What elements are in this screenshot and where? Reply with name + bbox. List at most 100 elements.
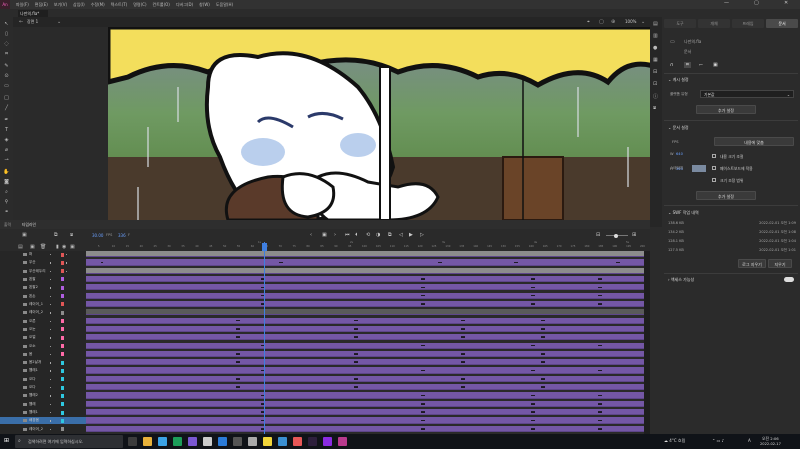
vscode-icon[interactable] <box>218 437 227 446</box>
outline-color-swatch[interactable] <box>61 327 64 332</box>
info-icon[interactable]: ⓘ <box>653 93 658 100</box>
more-settings-button-2[interactable]: 추가 설정 <box>696 191 756 200</box>
rectangle-tool-icon[interactable]: □ <box>3 95 10 102</box>
outline-color-swatch[interactable] <box>61 285 64 290</box>
outline-color-swatch[interactable] <box>61 385 64 390</box>
layer-row[interactable]: 레이어_2 <box>0 426 86 433</box>
outline-color-swatch[interactable] <box>61 418 64 423</box>
accessibility-toggle[interactable] <box>784 277 794 282</box>
visibility-dot[interactable] <box>50 303 52 306</box>
visibility-dot[interactable] <box>50 345 52 347</box>
stage-color-swatch[interactable] <box>692 165 706 172</box>
camera-icon[interactable]: ▣ <box>22 232 27 238</box>
accessibility-section[interactable]: › 액세스 가능성 <box>668 277 694 283</box>
lock-dot[interactable] <box>66 254 68 256</box>
tab-timeline[interactable]: 타임라인 <box>22 222 36 228</box>
visibility-dot[interactable] <box>50 387 52 389</box>
keyframe[interactable] <box>600 369 602 372</box>
layer-row[interactable]: 오눈 <box>0 326 86 333</box>
visibility-dot[interactable] <box>50 362 52 364</box>
outline-color-swatch[interactable] <box>61 319 64 324</box>
text-tool-icon[interactable]: T <box>3 127 10 134</box>
outline-color-swatch[interactable] <box>61 310 64 315</box>
layer-row[interactable]: 오소 <box>0 343 86 350</box>
keyframe[interactable] <box>533 394 535 397</box>
camera-tool-icon[interactable]: ◙ <box>3 179 10 186</box>
keyframe[interactable] <box>238 328 240 330</box>
keyframe[interactable] <box>238 353 240 355</box>
layer-row[interactable]: 웹레2 <box>0 392 86 399</box>
corner-icon[interactable]: ⌐ <box>699 62 703 68</box>
keyframe[interactable] <box>533 403 535 405</box>
frame-row[interactable] <box>86 292 644 299</box>
outline-color-swatch[interactable] <box>61 269 64 274</box>
discord-icon[interactable] <box>188 437 197 446</box>
snap-icon[interactable]: ∩ <box>670 62 674 68</box>
tab-output[interactable]: 출력 <box>4 222 11 228</box>
layer-row[interactable]: 왼손 <box>0 293 86 300</box>
align-panel-icon[interactable]: ⊟ <box>653 69 657 75</box>
layer-row[interactable]: 몸2날개 <box>0 359 86 366</box>
bone-tool-icon[interactable]: ⚭ <box>3 209 10 216</box>
outline-color-swatch[interactable] <box>61 335 64 340</box>
frame-row[interactable] <box>86 350 644 357</box>
frame-row[interactable] <box>86 275 644 283</box>
outline-color-swatch[interactable] <box>61 302 64 307</box>
frame-row[interactable] <box>86 392 644 399</box>
tray-icons[interactable]: ⌃ ▭ ♪ <box>712 438 724 443</box>
keyframe[interactable] <box>463 328 465 330</box>
keyframe[interactable] <box>600 278 602 280</box>
frame-row[interactable] <box>86 251 644 258</box>
frame-row[interactable] <box>86 317 644 324</box>
align-icon[interactable]: ⌖ <box>587 19 590 25</box>
subselect-tool-icon[interactable]: ▯ <box>3 31 10 38</box>
doc-settings-section[interactable]: ⌄ 문서 설정 <box>668 125 689 131</box>
keyframe[interactable] <box>533 427 535 430</box>
frame-row[interactable] <box>86 359 644 366</box>
keyframe[interactable] <box>423 286 425 289</box>
keyframe[interactable] <box>618 261 620 264</box>
outline-color-swatch[interactable] <box>61 260 64 265</box>
eyedropper-tool-icon[interactable]: ⊸ <box>3 157 10 164</box>
frame-row[interactable] <box>86 267 644 274</box>
selection-tool-icon[interactable]: ↖ <box>3 21 10 28</box>
keyframe[interactable] <box>356 319 358 322</box>
visibility-dot[interactable] <box>50 278 52 281</box>
lock-dot[interactable] <box>66 262 68 264</box>
outline-color-swatch[interactable] <box>61 252 64 257</box>
menu-item[interactable]: 창(W) <box>199 2 210 8</box>
keyframe[interactable] <box>533 419 535 422</box>
playhead-line[interactable] <box>264 242 265 434</box>
play-icon[interactable]: ▶ <box>409 232 413 238</box>
lock-stage-icon[interactable]: ▣ <box>713 62 718 68</box>
library-icon[interactable]: ▥ <box>653 33 658 39</box>
keyframe[interactable] <box>356 386 358 388</box>
menu-item[interactable]: 컨트롤(O) <box>153 2 170 8</box>
onion-skin-icon[interactable]: ⧉ <box>54 232 58 238</box>
delete-layer-icon[interactable]: 🗑 <box>40 244 46 250</box>
kakao-icon[interactable] <box>263 437 272 446</box>
maximize-button[interactable]: ▢ <box>754 0 759 6</box>
swf-history-section[interactable]: ⌄ SWF 작업 내역 <box>668 210 699 216</box>
visibility-dot[interactable] <box>50 412 52 414</box>
back-icon[interactable]: ← <box>19 19 23 25</box>
visibility-dot[interactable] <box>50 287 52 289</box>
app4-icon[interactable] <box>293 437 302 446</box>
visibility-dot[interactable] <box>50 262 52 264</box>
keyframe[interactable] <box>543 361 545 364</box>
zoom-field[interactable]: 100% <box>625 19 636 24</box>
outline-color-swatch[interactable] <box>61 368 64 373</box>
keyframe[interactable] <box>533 344 535 347</box>
lock-dot[interactable] <box>66 270 68 273</box>
scene-selector[interactable]: 장면 1 <box>27 19 38 25</box>
timeline-zoom-knob[interactable] <box>614 233 618 238</box>
minimize-button[interactable]: — <box>724 0 729 6</box>
menu-item[interactable]: 텍스트(T) <box>111 2 128 8</box>
keyframe[interactable] <box>423 369 425 372</box>
keyframe[interactable] <box>600 344 602 347</box>
frame-row[interactable] <box>86 325 644 333</box>
frame-row[interactable] <box>86 375 644 382</box>
outline-color-swatch[interactable] <box>61 294 64 299</box>
keyframe[interactable] <box>533 286 535 289</box>
keyframe[interactable] <box>356 353 358 355</box>
